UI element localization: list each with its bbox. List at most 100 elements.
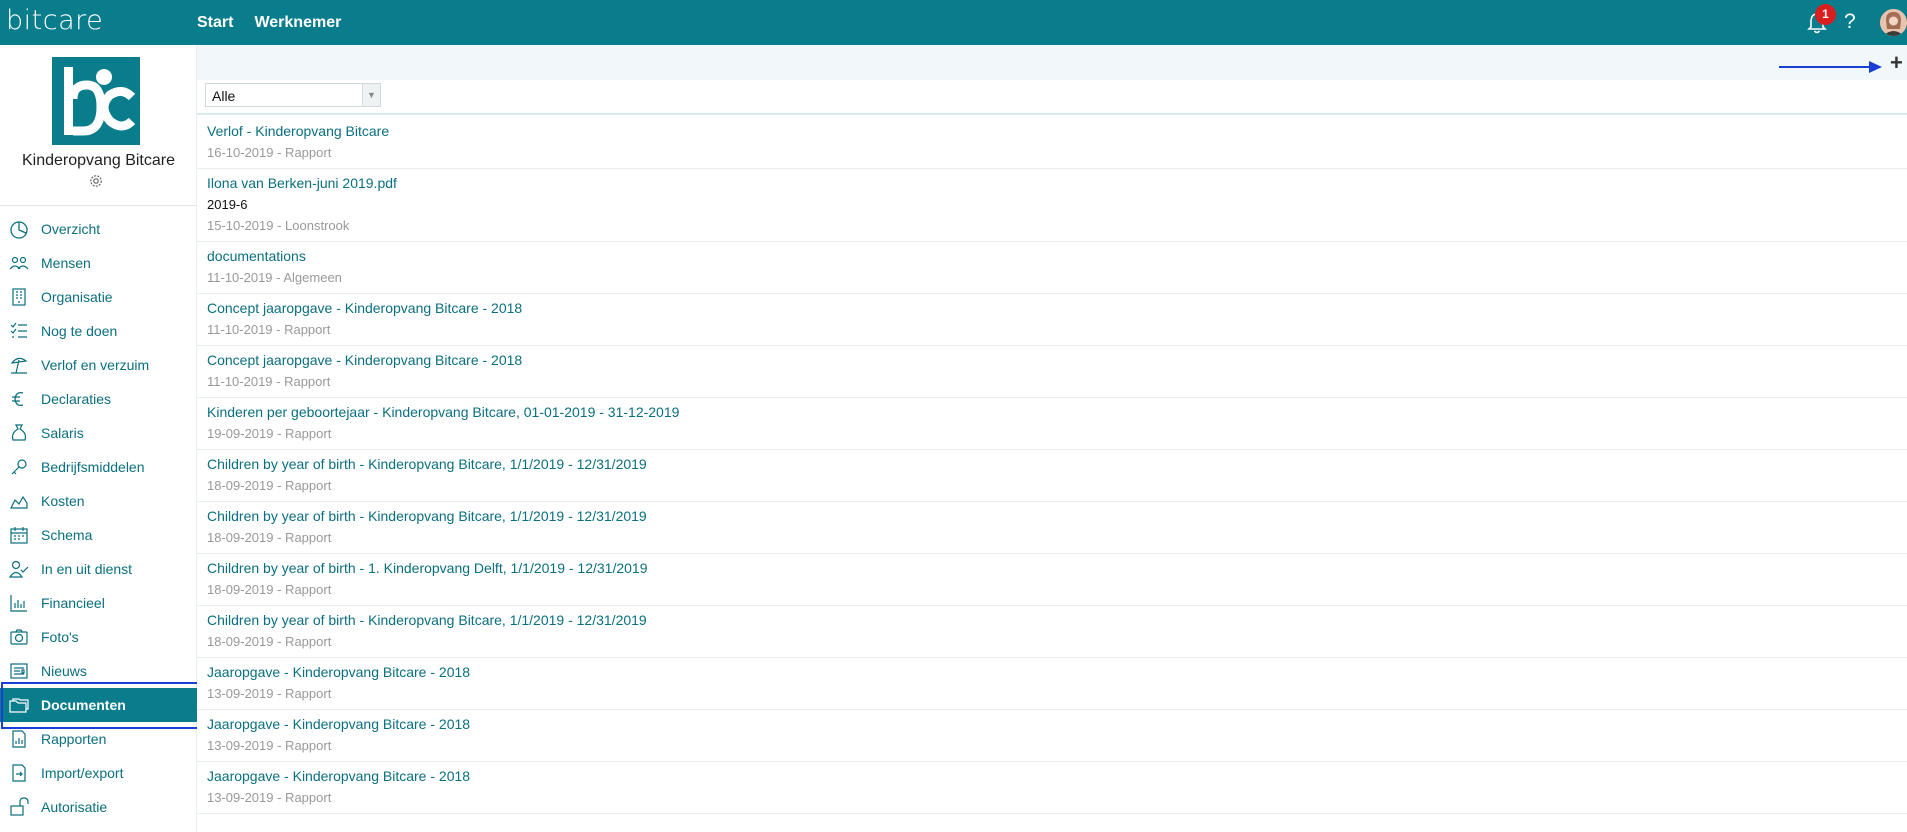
sidebar-nav: Overzicht Mensen Organisatie Nog te doen… bbox=[0, 212, 197, 824]
sidebar-item-in-en-uit-dienst[interactable]: In en uit dienst bbox=[0, 552, 197, 586]
list-item: Jaaropgave - Kinderopvang Bitcare - 2018… bbox=[197, 710, 1907, 762]
bar-chart-icon bbox=[10, 595, 27, 612]
list-item: documentations 11-10-2019 - Algemeen bbox=[197, 242, 1907, 294]
document-meta: 18-09-2019 - Rapport bbox=[207, 634, 332, 649]
notification-badge[interactable]: 1 bbox=[1815, 4, 1836, 25]
sidebar-item-label: Nog te doen bbox=[41, 323, 118, 339]
document-meta: 18-09-2019 - Rapport bbox=[207, 478, 332, 493]
document-link[interactable]: Children by year of birth - Kinderopvang… bbox=[207, 610, 1897, 631]
document-filter-select[interactable]: Alle ▼ bbox=[205, 83, 381, 107]
list-item: Jaaropgave - Kinderopvang Bitcare - 2018… bbox=[197, 658, 1907, 710]
money-bag-icon bbox=[11, 424, 27, 441]
document-meta: 15-10-2019 - Loonstrook bbox=[207, 218, 350, 233]
document-link[interactable]: Concept jaaropgave - Kinderopvang Bitcar… bbox=[207, 298, 1897, 319]
beach-icon bbox=[10, 357, 28, 374]
document-link[interactable]: Ilona van Berken-juni 2019.pdf bbox=[207, 173, 1897, 194]
sidebar-item-label: Bedrijfsmiddelen bbox=[41, 459, 145, 475]
sidebar-item-fotos[interactable]: Foto's bbox=[0, 620, 197, 654]
sidebar-item-rapporten[interactable]: Rapporten bbox=[0, 722, 197, 756]
pie-chart-icon bbox=[10, 221, 28, 239]
list-item: Concept jaaropgave - Kinderopvang Bitcar… bbox=[197, 346, 1907, 398]
sidebar-item-label: Overzicht bbox=[41, 221, 101, 237]
sidebar-item-verlof-en-verzuim[interactable]: Verlof en verzuim bbox=[0, 348, 197, 382]
sidebar-item-label: Schema bbox=[41, 527, 93, 543]
sidebar-item-salaris[interactable]: Salaris bbox=[0, 416, 197, 450]
document-link[interactable]: Children by year of birth - Kinderopvang… bbox=[207, 506, 1897, 527]
sidebar-item-label: Financieel bbox=[41, 595, 105, 611]
news-icon bbox=[10, 663, 28, 679]
sidebar-item-label: Verlof en verzuim bbox=[41, 357, 150, 373]
sidebar-item-bedrijfsmiddelen[interactable]: Bedrijfsmiddelen bbox=[0, 450, 197, 484]
building-icon bbox=[12, 288, 26, 306]
sidebar-item-mensen[interactable]: Mensen bbox=[0, 246, 197, 280]
document-meta: 18-09-2019 - Rapport bbox=[207, 582, 332, 597]
calendar-icon bbox=[10, 527, 28, 544]
sidebar-item-overzicht[interactable]: Overzicht bbox=[0, 212, 197, 246]
sidebar: Kinderopvang Bitcare Overzicht Mensen Or… bbox=[0, 45, 197, 832]
sidebar-item-nieuws[interactable]: Nieuws bbox=[0, 654, 197, 688]
sidebar-item-autorisatie[interactable]: Autorisatie bbox=[0, 790, 197, 824]
nav-start-link[interactable]: Start bbox=[197, 14, 233, 32]
sidebar-item-label: Mensen bbox=[41, 255, 91, 271]
area-chart-icon bbox=[10, 495, 28, 509]
list-item: Children by year of birth - Kinderopvang… bbox=[197, 502, 1907, 554]
folder-icon bbox=[9, 698, 29, 713]
sidebar-item-nog-te-doen[interactable]: Nog te doen bbox=[0, 314, 197, 348]
sidebar-item-label: In en uit dienst bbox=[41, 561, 133, 577]
sidebar-item-label: Nieuws bbox=[41, 663, 87, 679]
document-link[interactable]: Verlof - Kinderopvang Bitcare bbox=[207, 121, 1897, 142]
nav-werknemer-link[interactable]: Werknemer bbox=[254, 14, 341, 32]
list-item: Kinderen per geboortejaar - Kinderopvang… bbox=[197, 398, 1907, 450]
sidebar-item-declaraties[interactable]: Declaraties bbox=[0, 382, 197, 416]
list-item: Verlof - Kinderopvang Bitcare 16-10-2019… bbox=[197, 117, 1907, 169]
euro-icon bbox=[12, 391, 24, 407]
organization-logo bbox=[52, 57, 140, 145]
document-meta: 16-10-2019 - Rapport bbox=[207, 145, 332, 160]
sidebar-item-import-export[interactable]: Import/export bbox=[0, 756, 197, 790]
document-link[interactable]: Kinderen per geboortejaar - Kinderopvang… bbox=[207, 402, 1897, 423]
document-link[interactable]: Children by year of birth - 1. Kinderopv… bbox=[207, 558, 1897, 579]
document-link[interactable]: Jaaropgave - Kinderopvang Bitcare - 2018 bbox=[207, 766, 1897, 787]
document-link[interactable]: Concept jaaropgave - Kinderopvang Bitcar… bbox=[207, 350, 1897, 371]
document-subtitle: 2019-6 bbox=[207, 197, 248, 212]
help-icon[interactable]: ? bbox=[1844, 10, 1856, 34]
organization-name: Kinderopvang Bitcare bbox=[22, 152, 175, 169]
document-meta: 18-09-2019 - Rapport bbox=[207, 530, 332, 545]
report-icon bbox=[12, 730, 26, 748]
sidebar-item-label: Foto's bbox=[41, 629, 79, 645]
sidebar-item-label: Rapporten bbox=[41, 731, 107, 747]
sidebar-divider bbox=[0, 205, 197, 206]
sidebar-item-documenten[interactable]: Documenten bbox=[0, 688, 197, 722]
avatar[interactable] bbox=[1880, 9, 1907, 36]
sidebar-item-label: Documenten bbox=[41, 697, 126, 713]
document-meta: 11-10-2019 - Algemeen bbox=[207, 270, 342, 285]
brand-logo[interactable]: bitcare bbox=[6, 5, 103, 36]
document-link[interactable]: Jaaropgave - Kinderopvang Bitcare - 2018 bbox=[207, 662, 1897, 683]
sidebar-item-kosten[interactable]: Kosten bbox=[0, 484, 197, 518]
key-icon bbox=[11, 459, 27, 475]
list-item: Concept jaaropgave - Kinderopvang Bitcar… bbox=[197, 294, 1907, 346]
document-meta: 13-09-2019 - Rapport bbox=[207, 686, 332, 701]
chevron-down-icon[interactable]: ▼ bbox=[362, 84, 380, 106]
sidebar-item-label: Autorisatie bbox=[41, 799, 108, 815]
gear-icon[interactable] bbox=[88, 173, 104, 189]
sidebar-item-financieel[interactable]: Financieel bbox=[0, 586, 197, 620]
sidebar-item-organisatie[interactable]: Organisatie bbox=[0, 280, 197, 314]
main-content: + Alle ▼ Verlof - Kinderopvang Bitcare 1… bbox=[197, 45, 1907, 832]
document-link[interactable]: Jaaropgave - Kinderopvang Bitcare - 2018 bbox=[207, 714, 1897, 735]
sidebar-item-schema[interactable]: Schema bbox=[0, 518, 197, 552]
document-link[interactable]: Children by year of birth - Kinderopvang… bbox=[207, 454, 1897, 475]
document-link[interactable]: documentations bbox=[207, 246, 1897, 267]
person-check-icon bbox=[9, 560, 29, 578]
document-meta: 11-10-2019 - Rapport bbox=[207, 322, 331, 337]
sidebar-item-label: Salaris bbox=[41, 425, 84, 441]
list-item: Ilona van Berken-juni 2019.pdf 2019-6 15… bbox=[197, 169, 1907, 242]
select-value: Alle bbox=[212, 88, 236, 104]
document-meta: 13-09-2019 - Rapport bbox=[207, 738, 332, 753]
add-document-button[interactable]: + bbox=[1890, 50, 1903, 76]
arrow-right-icon bbox=[1779, 61, 1882, 73]
people-icon bbox=[9, 256, 29, 270]
import-export-icon bbox=[12, 764, 26, 782]
document-meta: 13-09-2019 - Rapport bbox=[207, 790, 332, 805]
filter-bar bbox=[197, 80, 1907, 115]
